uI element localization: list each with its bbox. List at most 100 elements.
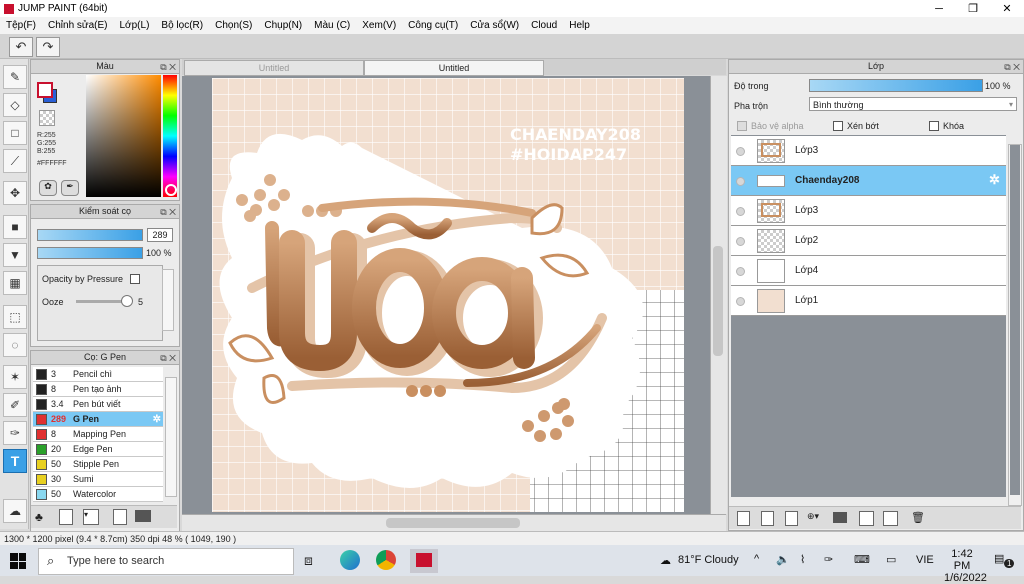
- select-eraser-tool[interactable]: ✑: [3, 421, 27, 445]
- transparent-color-swatch[interactable]: [39, 110, 55, 126]
- brush-settings-button[interactable]: [113, 509, 127, 525]
- layer-visibility-toggle[interactable]: [736, 207, 745, 216]
- menu-file[interactable]: Tệp(F): [0, 20, 42, 31]
- clock[interactable]: 1:42 PM 1/6/2022: [944, 548, 987, 584]
- menu-capture[interactable]: Chụp(N): [258, 20, 308, 31]
- layer-visibility-toggle[interactable]: [736, 177, 745, 186]
- brush-item[interactable]: 289 G Pen ✲: [33, 412, 163, 427]
- horizontal-scroll-thumb[interactable]: [386, 518, 520, 528]
- brush-size-value[interactable]: 289: [147, 228, 173, 242]
- lasso-tool[interactable]: ◌: [3, 333, 27, 357]
- canvas-horizontal-scrollbar[interactable]: [182, 514, 726, 531]
- menu-view[interactable]: Xem(V): [356, 20, 402, 31]
- layer-visibility-toggle[interactable]: [736, 147, 745, 156]
- layer-row[interactable]: Lớp3: [731, 196, 1006, 226]
- volume-icon[interactable]: 🔈: [776, 553, 790, 566]
- display-icon[interactable]: ▭: [886, 553, 896, 566]
- hue-slider[interactable]: [163, 75, 177, 197]
- blend-mode-select[interactable]: Bình thường ▾: [809, 97, 1017, 111]
- network-icon[interactable]: ⌇: [800, 553, 805, 566]
- edge-browser-button[interactable]: [340, 550, 360, 570]
- select-pen-tool[interactable]: ✐: [3, 393, 27, 417]
- brush-item[interactable]: 8 Mapping Pen: [33, 427, 163, 442]
- taskbar-search-box[interactable]: ⌕ Type here to search: [38, 548, 294, 575]
- gear-icon[interactable]: ✲: [989, 172, 1000, 188]
- menu-select[interactable]: Chọn(S): [209, 20, 258, 31]
- ooze-slider-handle[interactable]: [121, 295, 133, 307]
- minimize-button[interactable]: ─: [922, 0, 956, 17]
- menu-layer[interactable]: Lớp(L): [114, 20, 156, 31]
- layer-visibility-toggle[interactable]: [736, 297, 745, 306]
- maximize-button[interactable]: ❐: [956, 0, 990, 17]
- menu-window[interactable]: Cửa sổ(W): [464, 20, 525, 31]
- layer-row[interactable]: Chaenday208 ✲: [731, 166, 1006, 196]
- palette-button[interactable]: ✿: [39, 180, 57, 196]
- layer-visibility-toggle[interactable]: [736, 267, 745, 276]
- brush-list-scrollbar[interactable]: [165, 377, 177, 497]
- weather-status[interactable]: 81°F Cloudy: [678, 554, 739, 566]
- menu-color[interactable]: Màu (C): [308, 20, 356, 31]
- brush-item[interactable]: 30 Sumi: [33, 472, 163, 487]
- new-brush-button[interactable]: [59, 509, 73, 525]
- start-button[interactable]: [10, 553, 26, 569]
- saturation-value-picker[interactable]: [86, 75, 161, 197]
- task-view-button[interactable]: ⧈: [304, 552, 313, 569]
- brush-opacity-bar[interactable]: [37, 247, 143, 259]
- brush-item[interactable]: 3.4 Pen bút viết: [33, 397, 163, 412]
- clipping-checkbox[interactable]: [833, 121, 843, 131]
- bucket-tool[interactable]: ▼: [3, 243, 27, 267]
- text-tool[interactable]: T: [3, 449, 27, 473]
- layer-row[interactable]: Lớp1: [731, 286, 1006, 316]
- move-tool[interactable]: ✥: [3, 181, 27, 205]
- drawing-canvas[interactable]: CHAENDAY208 #HOIDAP247: [212, 78, 684, 512]
- brush-item[interactable]: 50 Watercolor: [33, 487, 163, 502]
- tab-untitled-2[interactable]: Untitled: [364, 60, 544, 76]
- merge-layer-button[interactable]: [883, 511, 898, 526]
- menu-edit[interactable]: Chỉnh sửa(E): [42, 20, 114, 31]
- canvas-vertical-scrollbar[interactable]: [710, 76, 727, 514]
- layer-row[interactable]: Lớp4: [731, 256, 1006, 286]
- chrome-browser-button[interactable]: [376, 550, 396, 570]
- add-brush-button[interactable]: ♣: [35, 510, 43, 524]
- gradient-tool[interactable]: ▦: [3, 271, 27, 295]
- vertical-scroll-thumb[interactable]: [713, 246, 723, 356]
- rectangle-tool[interactable]: □: [3, 121, 27, 145]
- eraser-tool[interactable]: ◇: [3, 93, 27, 117]
- select-rect-tool[interactable]: ⬚: [3, 305, 27, 329]
- menu-cloud[interactable]: Cloud: [525, 20, 563, 31]
- opacity-pressure-checkbox[interactable]: [130, 274, 140, 284]
- new-text-layer-button[interactable]: [785, 511, 798, 526]
- menu-help[interactable]: Help: [563, 20, 596, 31]
- notification-icon[interactable]: ▤: [994, 552, 1004, 565]
- brush-tool[interactable]: ⟋: [3, 149, 27, 173]
- brush-item[interactable]: 3 Pencil chì: [33, 367, 163, 382]
- layer-scroll-thumb[interactable]: [1010, 145, 1020, 495]
- chevron-up-icon[interactable]: ^: [754, 553, 759, 565]
- layer-menu-button[interactable]: ⊕▾: [807, 511, 825, 524]
- panel-buttons[interactable]: ⧉ ✕: [160, 352, 176, 365]
- brush-size-bar[interactable]: [37, 229, 143, 241]
- layer-opacity-bar[interactable]: [809, 79, 983, 92]
- magic-wand-tool[interactable]: ✶: [3, 365, 27, 389]
- tab-untitled-1[interactable]: Untitled: [184, 60, 364, 76]
- foreground-color-swatch[interactable]: [37, 82, 53, 98]
- fill-rect-tool[interactable]: ■: [3, 215, 27, 239]
- brush-folder-button[interactable]: [135, 510, 151, 522]
- copy-layer-button[interactable]: [859, 511, 874, 526]
- layer-row[interactable]: Lớp2: [731, 226, 1006, 256]
- protect-alpha-checkbox[interactable]: [737, 121, 747, 131]
- lock-checkbox[interactable]: [929, 121, 939, 131]
- new-vector-layer-button[interactable]: [761, 511, 774, 526]
- panel-buttons[interactable]: ⧉ ✕: [160, 206, 176, 219]
- redo-button[interactable]: ↷: [36, 37, 60, 57]
- keyboard-icon[interactable]: ⌨: [854, 553, 870, 566]
- panel-buttons[interactable]: ⧉ ✕: [1004, 61, 1020, 74]
- cloud-tool[interactable]: ☁: [3, 499, 27, 523]
- layer-list-scrollbar[interactable]: [1008, 144, 1022, 506]
- brush-item[interactable]: 8 Pen tạo ảnh: [33, 382, 163, 397]
- new-folder-button[interactable]: [833, 512, 847, 523]
- undo-button[interactable]: ↶: [9, 37, 33, 57]
- close-button[interactable]: ✕: [990, 0, 1024, 17]
- eyedropper-button[interactable]: ✒: [61, 180, 79, 196]
- input-language[interactable]: VIE: [916, 554, 934, 566]
